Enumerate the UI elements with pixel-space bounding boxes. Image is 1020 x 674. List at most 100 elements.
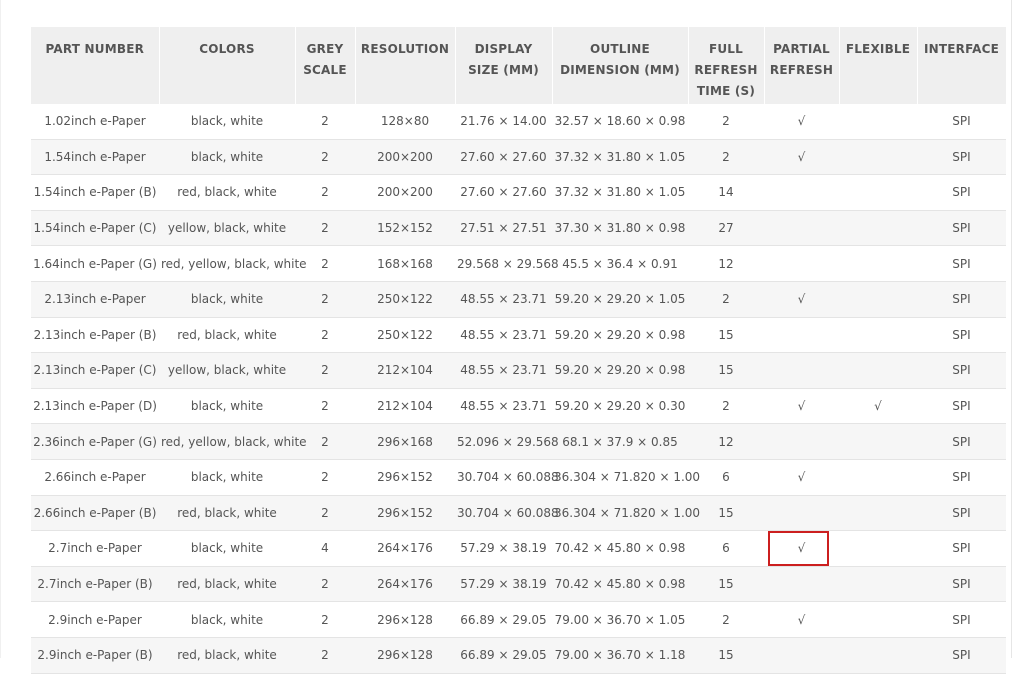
table-row: 2.7inch e-Paper (B) red, black, white 2 264… (31, 566, 1006, 603)
colors-cell: red, black, white (159, 317, 295, 354)
part-number-link[interactable]: 2.13inch e-Paper (C) (31, 352, 159, 389)
interface-cell: SPI (917, 601, 1006, 638)
full-refresh-cell: 15 (688, 566, 764, 603)
header-part-number: PART NUMBER (31, 27, 160, 104)
partial-refresh-cell: √ (764, 459, 839, 496)
partial-refresh-cell: √ (764, 281, 839, 318)
part-number-link[interactable]: 2.66inch e-Paper (31, 459, 159, 496)
partial-refresh-cell (764, 210, 839, 247)
outline-dimension-cell: 37.32 × 31.80 × 1.05 (552, 174, 688, 211)
table-row: 2.13inch e-Paper (B) red, black, white 2 25… (31, 317, 1006, 354)
interface-cell: SPI (917, 174, 1006, 211)
partial-refresh-cell: √ (764, 388, 839, 425)
header-grey-scale: GREY SCALE (295, 27, 356, 104)
table-row: 1.02inch e-Paper black, white 2 128×80 21.76… (31, 104, 1006, 140)
part-number-link[interactable]: 2.36inch e-Paper (G) (31, 423, 159, 460)
display-size-cell: 29.568 × 29.568 (455, 245, 559, 282)
part-number-link[interactable]: 1.54inch e-Paper (B) (31, 174, 159, 211)
outline-dimension-cell: 59.20 × 29.20 × 0.98 (552, 352, 688, 389)
table-row: 1.54inch e-Paper black, white 2 200×200 27.6… (31, 139, 1006, 176)
resolution-cell: 250×122 (355, 317, 455, 354)
full-refresh-cell: 2 (688, 281, 764, 318)
table-row: 2.66inch e-Paper black, white 2 296×152 30.7… (31, 459, 1006, 496)
partial-refresh-cell (764, 637, 839, 674)
part-number-link[interactable]: 2.13inch e-Paper (31, 281, 159, 318)
outline-dimension-cell: 70.42 × 45.80 × 0.98 (552, 566, 688, 603)
colors-cell: black, white (159, 104, 295, 140)
table-row: 2.13inch e-Paper (C) yellow, black, white… (31, 352, 1006, 389)
interface-cell: SPI (917, 459, 1006, 496)
part-number-link[interactable]: 2.9inch e-Paper (B) (31, 637, 159, 674)
interface-cell: SPI (917, 139, 1006, 176)
display-size-cell: 66.89 × 29.05 (455, 601, 552, 638)
interface-cell: SPI (917, 317, 1006, 354)
resolution-cell: 200×200 (355, 139, 455, 176)
resolution-cell: 200×200 (355, 174, 455, 211)
table-header-row: PART NUMBER COLORS GREY SCALE RESOLUTION… (31, 27, 1007, 104)
partial-refresh-cell (764, 352, 839, 389)
display-size-cell: 48.55 × 23.71 (455, 281, 552, 318)
partial-refresh-cell (764, 566, 839, 603)
part-number-link[interactable]: 2.13inch e-Paper (D) (31, 388, 159, 425)
part-number-link[interactable]: 2.9inch e-Paper (31, 601, 159, 638)
resolution-cell: 212×104 (355, 352, 455, 389)
full-refresh-cell: 2 (688, 139, 764, 176)
full-refresh-cell: 12 (688, 423, 764, 460)
flexible-cell (839, 281, 917, 318)
flexible-cell (839, 601, 917, 638)
grey-scale-cell: 2 (295, 210, 355, 247)
display-size-cell: 30.704 × 60.088 (455, 495, 559, 532)
table-row: 1.54inch e-Paper (B) red, black, white 2 20… (31, 174, 1006, 211)
colors-cell: black, white (159, 139, 295, 176)
header-flexible: FLEXIBLE (839, 27, 918, 104)
interface-cell: SPI (917, 566, 1006, 603)
grey-scale-cell: 2 (295, 495, 355, 532)
part-number-link[interactable]: 1.54inch e-Paper (C) (31, 210, 159, 247)
part-number-link[interactable]: 2.13inch e-Paper (B) (31, 317, 159, 354)
display-size-cell: 48.55 × 23.71 (455, 317, 552, 354)
resolution-cell: 296×152 (355, 459, 455, 496)
display-size-cell: 57.29 × 38.19 (455, 566, 552, 603)
resolution-cell: 250×122 (355, 281, 455, 318)
interface-cell: SPI (917, 281, 1006, 318)
flexible-cell (839, 459, 917, 496)
header-partial-refresh: PARTIAL REFRESH (764, 27, 840, 104)
part-number-link[interactable]: 1.64inch e-Paper (G) (31, 245, 159, 282)
outline-dimension-cell: 32.57 × 18.60 × 0.98 (552, 104, 688, 140)
part-number-link[interactable]: 1.54inch e-Paper (31, 139, 159, 176)
colors-cell: red, black, white (159, 566, 295, 603)
table-row: 2.9inch e-Paper black, white 2 296×128 66.89… (31, 601, 1006, 638)
interface-cell: SPI (917, 245, 1006, 282)
outline-dimension-cell: 36.304 × 71.820 × 1.00 (552, 495, 700, 532)
part-number-link[interactable]: 2.7inch e-Paper (B) (31, 566, 159, 603)
colors-cell: black, white (159, 281, 295, 318)
flexible-cell (839, 317, 917, 354)
resolution-cell: 296×152 (355, 495, 455, 532)
colors-cell: black, white (159, 459, 295, 496)
part-number-link[interactable]: 2.7inch e-Paper (31, 530, 159, 567)
colors-cell: black, white (159, 388, 295, 425)
part-number-link[interactable]: 1.02inch e-Paper (31, 104, 159, 140)
grey-scale-cell: 4 (295, 530, 355, 567)
outline-dimension-cell: 59.20 × 29.20 × 0.98 (552, 317, 688, 354)
outline-dimension-cell: 68.1 × 37.9 × 0.85 (552, 423, 688, 460)
part-number-link[interactable]: 2.66inch e-Paper (B) (31, 495, 159, 532)
header-outline-dimension: OUTLINE DIMENSION (MM) (552, 27, 689, 104)
resolution-cell: 296×128 (355, 637, 455, 674)
flexible-cell: √ (839, 388, 917, 425)
partial-refresh-cell: √ (764, 601, 839, 638)
interface-cell: SPI (917, 388, 1006, 425)
grey-scale-cell: 2 (295, 352, 355, 389)
table-row: 2.7inch e-Paper black, white 4 264×176 57.29… (31, 530, 1006, 567)
colors-cell: red, black, white (159, 174, 295, 211)
epaper-spec-table: PART NUMBER COLORS GREY SCALE RESOLUTION… (31, 27, 1007, 674)
display-size-cell: 57.29 × 38.19 (455, 530, 552, 567)
full-refresh-cell: 14 (688, 174, 764, 211)
flexible-cell (839, 530, 917, 567)
full-refresh-cell: 2 (688, 601, 764, 638)
grey-scale-cell: 2 (295, 317, 355, 354)
interface-cell: SPI (917, 423, 1006, 460)
partial-refresh-cell (764, 174, 839, 211)
partial-refresh-cell: √ (764, 104, 839, 140)
outline-dimension-cell: 36.304 × 71.820 × 1.00 (552, 459, 700, 496)
